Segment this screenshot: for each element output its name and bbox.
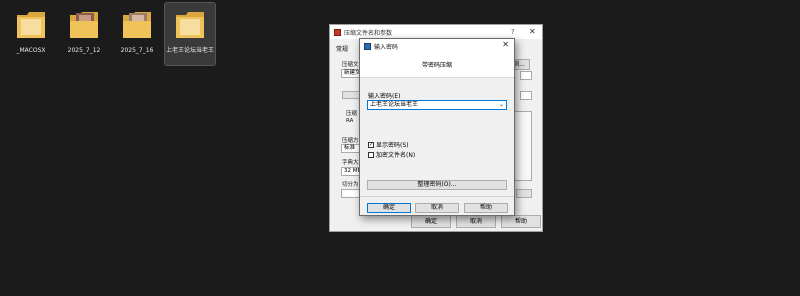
help-button[interactable]: 帮助 — [501, 215, 541, 228]
folder-icon — [70, 12, 98, 38]
encrypt-filenames-checkbox[interactable]: 加密文件名(N) — [368, 150, 415, 159]
dialog-header: 带密码压缩 — [360, 53, 514, 78]
format-label: 压缩 — [346, 111, 358, 117]
cancel-button[interactable]: 取消 — [415, 203, 459, 213]
folder-icon — [17, 12, 45, 38]
split-label: 切分为 — [342, 182, 359, 188]
checkbox-checked-icon: ✓ — [368, 141, 374, 148]
dialog-title: 输入密码 — [374, 43, 399, 51]
password-value: 上老王论坛当老王 — [370, 101, 419, 108]
folder-label: _MACOSX — [16, 47, 46, 54]
password-input[interactable]: 上老王论坛当老王 ⌄ — [367, 100, 507, 110]
ok-button[interactable]: 确定 — [411, 215, 451, 228]
dialog-title: 压缩文件名和参数 — [344, 29, 393, 37]
show-password-label: 显示密码(S) — [376, 142, 409, 149]
method-label: 压缩方 — [342, 138, 359, 144]
winrar-icon — [334, 28, 341, 36]
folder-laowang[interactable]: 上老王论坛当老王 — [164, 2, 216, 66]
folder-macosx[interactable]: _MACOSX — [6, 3, 56, 65]
key-icon — [364, 42, 371, 50]
folder-icon — [123, 12, 151, 38]
ok-button[interactable]: 确定 — [367, 203, 411, 213]
help-icon[interactable]: ? — [511, 28, 515, 36]
checkbox-empty-icon — [368, 151, 374, 158]
password-label: 输入密码(E) — [368, 93, 401, 100]
chevron-down-icon[interactable]: ⌄ — [499, 101, 504, 109]
close-icon[interactable]: ✕ — [529, 27, 536, 36]
folder-label: 2025_7_12 — [67, 47, 101, 54]
format-rar-radio[interactable]: RA — [346, 118, 353, 124]
profile-select[interactable] — [520, 91, 532, 100]
dict-label: 字典大 — [342, 160, 359, 166]
folder-label: 2025_7_16 — [120, 47, 154, 54]
folder-label: 上老王论坛当老王 — [165, 47, 214, 54]
update-mode-select[interactable] — [520, 71, 532, 80]
folder-2025-7-16[interactable]: 2025_7_16 — [112, 3, 162, 65]
divider — [360, 196, 514, 197]
folder-2025-7-12[interactable]: 2025_7_12 — [59, 3, 109, 65]
title-bar: 输入密码 — [360, 39, 514, 53]
show-password-checkbox[interactable]: ✓ 显示密码(S) — [368, 140, 409, 149]
help-button[interactable]: 帮助 — [464, 203, 508, 213]
folder-icon — [176, 12, 204, 38]
password-dialog: 输入密码 ✕ 带密码压缩 输入密码(E) 上老王论坛当老王 ⌄ ✓ 显示密码(S… — [359, 38, 515, 216]
cancel-button[interactable]: 取消 — [456, 215, 496, 228]
organize-passwords-button[interactable]: 整理密码(O)... — [367, 180, 507, 190]
close-icon[interactable]: ✕ — [502, 40, 509, 49]
archive-name-label: 压缩文 — [342, 62, 359, 68]
set-password-button[interactable] — [516, 189, 532, 198]
tab-general[interactable]: 常规 — [336, 44, 348, 53]
encrypt-filenames-label: 加密文件名(N) — [376, 152, 416, 159]
